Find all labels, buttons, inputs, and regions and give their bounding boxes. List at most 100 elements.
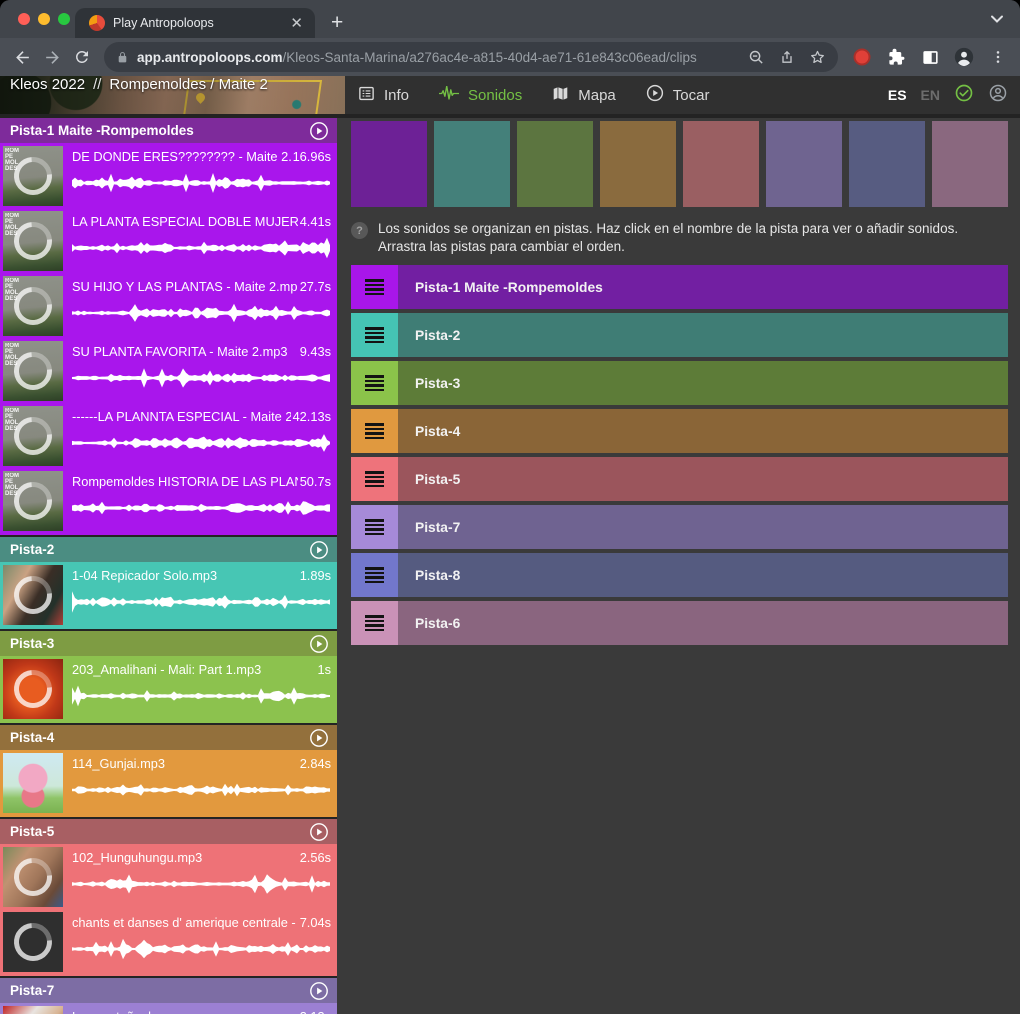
sync-check-icon[interactable] xyxy=(954,83,974,108)
track-row[interactable]: Pista-6 xyxy=(351,601,1008,645)
track-row[interactable]: Pista-7 xyxy=(351,505,1008,549)
clip-waveform[interactable] xyxy=(72,233,331,263)
tab-close-icon[interactable]: ✕ xyxy=(288,16,305,31)
track-header[interactable]: Pista-7 xyxy=(0,978,337,1003)
track-color-swatch[interactable] xyxy=(600,121,676,207)
account-icon[interactable] xyxy=(988,83,1008,108)
track-header[interactable]: Pista-1 Maite -Rompemoldes xyxy=(0,118,337,143)
clip-waveform[interactable] xyxy=(72,775,331,805)
nav-item-mapa[interactable]: Mapa xyxy=(552,85,616,106)
lang-en[interactable]: EN xyxy=(921,87,940,103)
track-color-swatch[interactable] xyxy=(849,121,925,207)
clip-item[interactable]: 102_Hunguhungu.mp32.56s xyxy=(0,846,337,909)
clip-item[interactable]: ROM PE MOL DESRompemoldes HISTORIA DE LA… xyxy=(0,470,337,533)
track-header[interactable]: Pista-3 xyxy=(0,631,337,656)
clip-waveform[interactable] xyxy=(72,934,331,964)
nav-item-tocar[interactable]: Tocar xyxy=(646,84,710,106)
clip-item[interactable]: Las castañuelas3.13s xyxy=(0,1005,337,1014)
clip-waveform[interactable] xyxy=(72,363,331,393)
drag-handle[interactable] xyxy=(351,361,398,405)
share-icon[interactable] xyxy=(779,49,795,66)
track-row[interactable]: Pista-4 xyxy=(351,409,1008,453)
track-color-swatch[interactable] xyxy=(517,121,593,207)
url-bar[interactable]: app.antropoloops.com/Kleos-Santa-Marina/… xyxy=(104,42,838,72)
track-row[interactable]: Pista-2 xyxy=(351,313,1008,357)
clip-title: SU HIJO Y LAS PLANTAS - Maite 2.mp3 xyxy=(72,279,298,294)
new-tab-button[interactable]: + xyxy=(331,12,343,33)
clip-waveform[interactable] xyxy=(72,428,331,458)
close-window-button[interactable] xyxy=(18,13,30,25)
clip-item[interactable]: ROM PE MOL DESLA PLANTA ESPECIAL DOBLE M… xyxy=(0,210,337,273)
tab-search-chevron-icon[interactable] xyxy=(990,11,1004,29)
side-panel-icon[interactable] xyxy=(918,45,942,69)
track-play-button[interactable] xyxy=(309,981,329,1001)
track-color-swatch[interactable] xyxy=(434,121,510,207)
clip-item[interactable]: chants et danses d' amerique centrale - … xyxy=(0,911,337,974)
track-header[interactable]: Pista-5 xyxy=(0,819,337,844)
clip-waveform[interactable] xyxy=(72,681,331,711)
track-row[interactable]: Pista-8 xyxy=(351,553,1008,597)
track-play-button[interactable] xyxy=(309,121,329,141)
track-row[interactable]: Pista-3 xyxy=(351,361,1008,405)
drag-handle[interactable] xyxy=(351,409,398,453)
reload-button[interactable] xyxy=(70,45,94,69)
track-row[interactable]: Pista-1 Maite -Rompemoldes xyxy=(351,265,1008,309)
clip-item[interactable]: ROM PE MOL DES------LA PLANNTA ESPECIAL … xyxy=(0,405,337,468)
track-color-swatch[interactable] xyxy=(351,121,427,207)
clip-item[interactable]: ROM PE MOL DESSU PLANTA FAVORITA - Maite… xyxy=(0,340,337,403)
track-play-button[interactable] xyxy=(309,728,329,748)
back-button[interactable] xyxy=(10,45,34,69)
browser-menu-kebab-icon[interactable] xyxy=(986,45,1010,69)
track-row-name[interactable]: Pista-5 xyxy=(398,457,1008,501)
track-color-swatch[interactable] xyxy=(683,121,759,207)
clip-item[interactable]: 114_Gunjai.mp32.84s xyxy=(0,752,337,815)
clip-waveform[interactable] xyxy=(72,298,331,328)
drag-handle[interactable] xyxy=(351,457,398,501)
bookmark-star-icon[interactable] xyxy=(809,49,826,66)
track-row-name[interactable]: Pista-2 xyxy=(398,313,1008,357)
track-header[interactable]: Pista-4 xyxy=(0,725,337,750)
clip-item[interactable]: 1-04 Repicador Solo.mp31.89s xyxy=(0,564,337,627)
clip-waveform[interactable] xyxy=(72,587,331,617)
track-color-swatch[interactable] xyxy=(932,121,1008,207)
clip-waveform[interactable] xyxy=(72,869,331,899)
clip-item[interactable]: ROM PE MOL DESDE DONDE ERES???????? - Ma… xyxy=(0,145,337,208)
track-row-name[interactable]: Pista-6 xyxy=(398,601,1008,645)
recording-extension-icon[interactable] xyxy=(850,45,874,69)
track-row-name[interactable]: Pista-8 xyxy=(398,553,1008,597)
nav-item-info[interactable]: Info xyxy=(358,85,409,106)
track-row-name[interactable]: Pista-3 xyxy=(398,361,1008,405)
extensions-puzzle-icon[interactable] xyxy=(884,45,908,69)
nav-item-sonidos[interactable]: Sonidos xyxy=(439,86,522,105)
breadcrumb-project[interactable]: Kleos 2022 xyxy=(10,76,85,93)
track-row-name[interactable]: Pista-1 Maite -Rompemoldes xyxy=(398,265,1008,309)
track-row-name[interactable]: Pista-4 xyxy=(398,409,1008,453)
track-play-button[interactable] xyxy=(309,540,329,560)
clip-item[interactable]: 203_Amalihani - Mali: Part 1.mp31s xyxy=(0,658,337,721)
forward-button[interactable] xyxy=(40,45,64,69)
clip-waveform[interactable] xyxy=(72,168,331,198)
maximize-window-button[interactable] xyxy=(58,13,70,25)
drag-handle[interactable] xyxy=(351,553,398,597)
breadcrumb-page[interactable]: Rompemoldes / Maite 2 xyxy=(109,76,267,93)
drag-handle[interactable] xyxy=(351,505,398,549)
minimize-window-button[interactable] xyxy=(38,13,50,25)
track-row[interactable]: Pista-5 xyxy=(351,457,1008,501)
lang-es[interactable]: ES xyxy=(888,87,907,103)
drag-handle[interactable] xyxy=(351,313,398,357)
help-question-icon[interactable]: ? xyxy=(351,222,368,239)
track-color-swatch[interactable] xyxy=(766,121,842,207)
track-play-button[interactable] xyxy=(309,634,329,654)
drag-handle[interactable] xyxy=(351,265,398,309)
breadcrumb[interactable]: Kleos 2022//Rompemoldes / Maite 2 xyxy=(0,76,345,93)
clip-item[interactable]: ROM PE MOL DESSU HIJO Y LAS PLANTAS - Ma… xyxy=(0,275,337,338)
clip-waveform[interactable] xyxy=(72,493,331,523)
track-header[interactable]: Pista-2 xyxy=(0,537,337,562)
window-controls[interactable] xyxy=(18,13,70,25)
zoom-icon[interactable] xyxy=(748,49,765,66)
drag-handle[interactable] xyxy=(351,601,398,645)
track-play-button[interactable] xyxy=(309,822,329,842)
browser-tab[interactable]: Play Antropoloops ✕ xyxy=(75,8,315,38)
profile-avatar[interactable] xyxy=(952,45,976,69)
track-row-name[interactable]: Pista-7 xyxy=(398,505,1008,549)
